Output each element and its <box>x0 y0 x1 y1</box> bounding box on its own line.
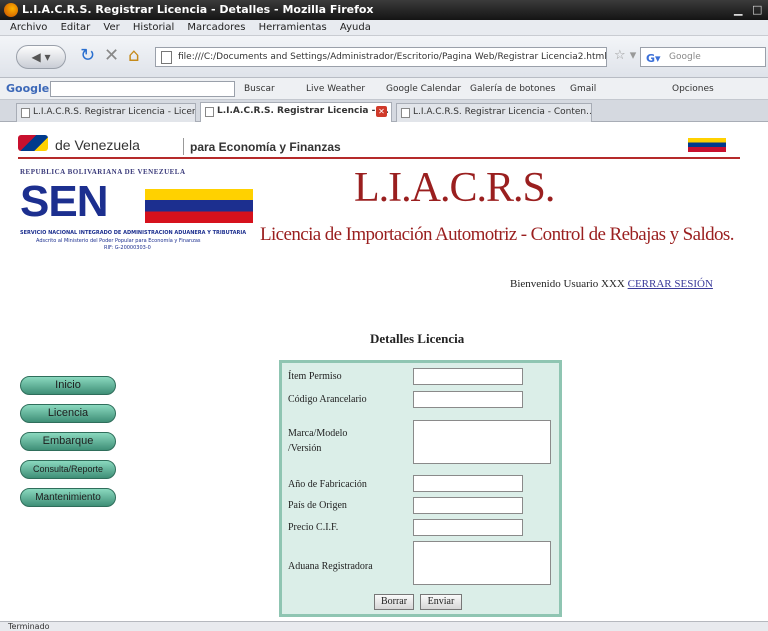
anio-fabricacion-label: Año de Fabricación <box>288 479 367 490</box>
pais-origen-label: País de Origen <box>288 500 347 511</box>
status-bar: Terminado <box>0 621 768 631</box>
tab-licencia[interactable]: L.I.A.C.R.S. Registrar Licencia - Licenc… <box>16 103 196 122</box>
menu-ver[interactable]: Ver <box>103 22 119 33</box>
google-toolbar-item[interactable]: Live Weather <box>306 84 365 94</box>
seniat-flag-icon <box>145 189 253 223</box>
menu-ayuda[interactable]: Ayuda <box>340 22 371 33</box>
maximize-icon[interactable]: □ <box>752 3 762 16</box>
google-toolbar-item[interactable]: Galería de botones <box>470 84 555 94</box>
tab-page-icon <box>401 108 410 118</box>
anio-fabricacion-input[interactable] <box>413 475 523 492</box>
aduana-registradora-label: Aduana Registradora <box>288 561 373 572</box>
tab-page-icon <box>21 108 30 118</box>
item-permiso-label: Ítem Permiso <box>288 371 342 382</box>
nav-button-consulta-reporte[interactable]: Consulta/Reporte <box>20 460 116 479</box>
tab-bar: L.I.A.C.R.S. Registrar Licencia - Licenc… <box>0 100 768 122</box>
divider <box>183 138 184 155</box>
app-title: L.I.A.C.R.S. <box>354 165 555 211</box>
tab-label: L.I.A.C.R.S. Registrar Licencia - Conten… <box>413 107 592 117</box>
app-subtitle: Licencia de Importación Automotriz - Con… <box>260 224 734 245</box>
seniat-subtitle: SERVICIO NACIONAL INTEGRADO DE ADMINISTR… <box>20 230 247 236</box>
menu-herramientas[interactable]: Herramientas <box>259 22 327 33</box>
government-logo-icon <box>18 135 48 151</box>
tab-contenido[interactable]: L.I.A.C.R.S. Registrar Licencia - Conten… <box>396 103 592 122</box>
google-toolbar-item[interactable]: Google Calendar <box>386 84 461 94</box>
government-name: de Venezuela <box>55 137 140 153</box>
google-toolbar-logo: Google <box>6 82 50 95</box>
seniat-ministry-text: Adscrito al Ministerio del Poder Popular… <box>36 238 201 244</box>
menu-historial[interactable]: Historial <box>133 22 174 33</box>
google-icon: G▾ <box>646 52 661 65</box>
tab-page-icon <box>205 107 214 117</box>
seniat-rif: RIF: G-20000303-0 <box>104 245 151 251</box>
page-title: Detalles Licencia <box>370 331 465 346</box>
page-icon <box>161 51 172 64</box>
tab-label: L.I.A.C.R.S. Registrar Licencia - ... <box>217 106 389 116</box>
ministry-name: para Economía y Finanzas <box>190 140 341 154</box>
marca-modelo-textarea[interactable] <box>413 420 551 464</box>
url-text: file:///C:/Documents and Settings/Admini… <box>178 52 607 62</box>
item-permiso-input[interactable] <box>413 368 523 385</box>
search-input[interactable]: G▾ Google <box>640 47 766 67</box>
ministry-logo-icon <box>688 138 726 152</box>
nav-button-embarque[interactable]: Embarque <box>20 432 116 451</box>
minimize-icon[interactable]: ▁ <box>734 3 742 16</box>
url-bar[interactable]: file:///C:/Documents and Settings/Admini… <box>155 47 607 67</box>
license-details-form: Ítem Permiso Código Arancelario Marca/Mo… <box>279 360 562 617</box>
welcome-text: Bienvenido Usuario XXX <box>510 278 625 290</box>
aduana-registradora-textarea[interactable] <box>413 541 551 585</box>
header-divider <box>18 157 740 159</box>
precio-cif-input[interactable] <box>413 519 523 536</box>
seniat-header-text: REPUBLICA BOLIVARIANA DE VENEZUELA <box>20 168 186 176</box>
reload-icon[interactable]: ↻ <box>80 44 95 68</box>
navigation-toolbar: ◀ ▾ ↻ ✕ ⌂ file:///C:/Documents and Setti… <box>0 36 768 78</box>
submit-button[interactable]: Enviar <box>420 594 462 610</box>
home-icon[interactable]: ⌂ <box>128 44 139 68</box>
welcome-area: Bienvenido Usuario XXX CERRAR SESIÓN <box>510 278 713 290</box>
search-placeholder: Google <box>669 52 701 62</box>
google-toolbar-search-field[interactable] <box>50 81 235 97</box>
clear-button[interactable]: Borrar <box>374 594 414 610</box>
nav-button-licencia[interactable]: Licencia <box>20 404 116 423</box>
back-button[interactable]: ◀ ▾ <box>16 45 66 69</box>
codigo-arancelario-label: Código Arancelario <box>288 394 367 405</box>
menu-archivo[interactable]: Archivo <box>10 22 47 33</box>
menu-editar[interactable]: Editar <box>61 22 91 33</box>
google-toolbar-item[interactable]: Gmail <box>570 84 596 94</box>
google-toolbar: Google Buscar Live Weather Google Calend… <box>0 78 768 100</box>
precio-cif-label: Precio C.I.F. <box>288 522 339 533</box>
menu-bar: Archivo Editar Ver Historial Marcadores … <box>0 20 768 36</box>
menu-marcadores[interactable]: Marcadores <box>187 22 245 33</box>
seniat-logo: SEN <box>20 177 108 226</box>
firefox-icon <box>4 3 18 17</box>
tab-close-icon[interactable]: ✕ <box>376 106 387 117</box>
google-toolbar-item[interactable]: Buscar <box>244 84 275 94</box>
pais-origen-input[interactable] <box>413 497 523 514</box>
stop-icon[interactable]: ✕ <box>104 44 119 68</box>
bookmark-star-icon[interactable]: ☆ ▾ <box>614 48 636 63</box>
window-titlebar: L.I.A.C.R.S. Registrar Licencia - Detall… <box>0 0 768 20</box>
nav-button-inicio[interactable]: Inicio <box>20 376 116 395</box>
marca-modelo-label: Marca/Modelo <box>288 428 348 439</box>
government-banner: de Venezuela para Economía y Finanzas <box>0 122 740 158</box>
nav-button-mantenimiento[interactable]: Mantenimiento <box>20 488 116 507</box>
logout-link[interactable]: CERRAR SESIÓN <box>628 278 713 290</box>
google-toolbar-item[interactable]: Opciones <box>672 84 714 94</box>
tab-detalles[interactable]: L.I.A.C.R.S. Registrar Licencia - ... ✕ <box>200 102 392 122</box>
tab-label: L.I.A.C.R.S. Registrar Licencia - Licenc… <box>33 107 196 117</box>
window-title: L.I.A.C.R.S. Registrar Licencia - Detall… <box>22 3 374 16</box>
codigo-arancelario-input[interactable] <box>413 391 523 408</box>
version-label: /Versión <box>288 443 322 454</box>
